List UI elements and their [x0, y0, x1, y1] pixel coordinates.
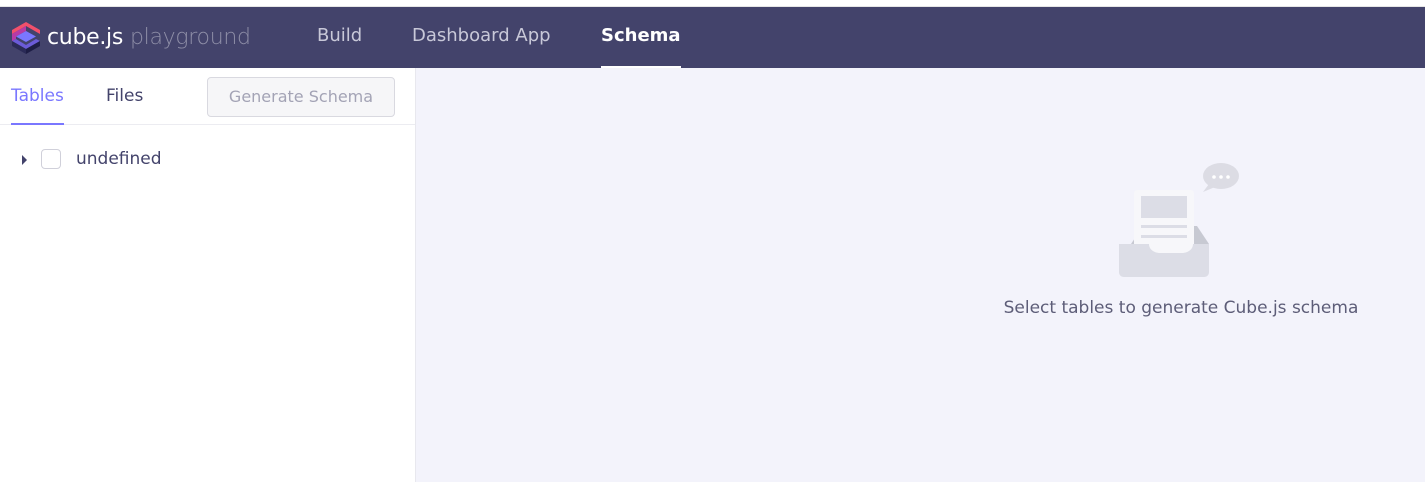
app-logo[interactable]: cube.js playground	[10, 19, 251, 57]
table-tree-label[interactable]: undefined	[76, 146, 162, 172]
generate-schema-button[interactable]: Generate Schema	[207, 77, 395, 117]
tab-files[interactable]: Files	[106, 68, 143, 125]
cubejs-logo-icon	[12, 22, 40, 54]
table-tree-row[interactable]: undefined	[0, 146, 415, 174]
top-navigation-bar: cube.js playground Build Dashboard App Sc…	[0, 7, 1425, 68]
nav-dashboard-app[interactable]: Dashboard App	[412, 7, 551, 68]
logo-text: cube.js playground	[47, 19, 251, 57]
nav-build[interactable]: Build	[317, 7, 362, 68]
empty-inbox-icon	[1119, 163, 1239, 277]
logo-suffix: playground	[130, 25, 251, 50]
caret-right-icon[interactable]	[22, 155, 27, 165]
logo-brand-name: cube.js	[47, 25, 124, 50]
table-checkbox[interactable]	[41, 149, 61, 169]
tab-tables[interactable]: Tables	[11, 68, 64, 125]
schema-main-area: Select tables to generate Cube.js schema	[416, 68, 1425, 482]
sidebar-tabs: Tables Files Generate Schema	[0, 68, 415, 125]
schema-sidebar: Tables Files Generate Schema undefined	[0, 68, 416, 482]
window-top-edge	[0, 0, 1425, 7]
empty-state-message: Select tables to generate Cube.js schema	[1003, 298, 1359, 318]
nav-schema[interactable]: Schema	[601, 7, 681, 68]
